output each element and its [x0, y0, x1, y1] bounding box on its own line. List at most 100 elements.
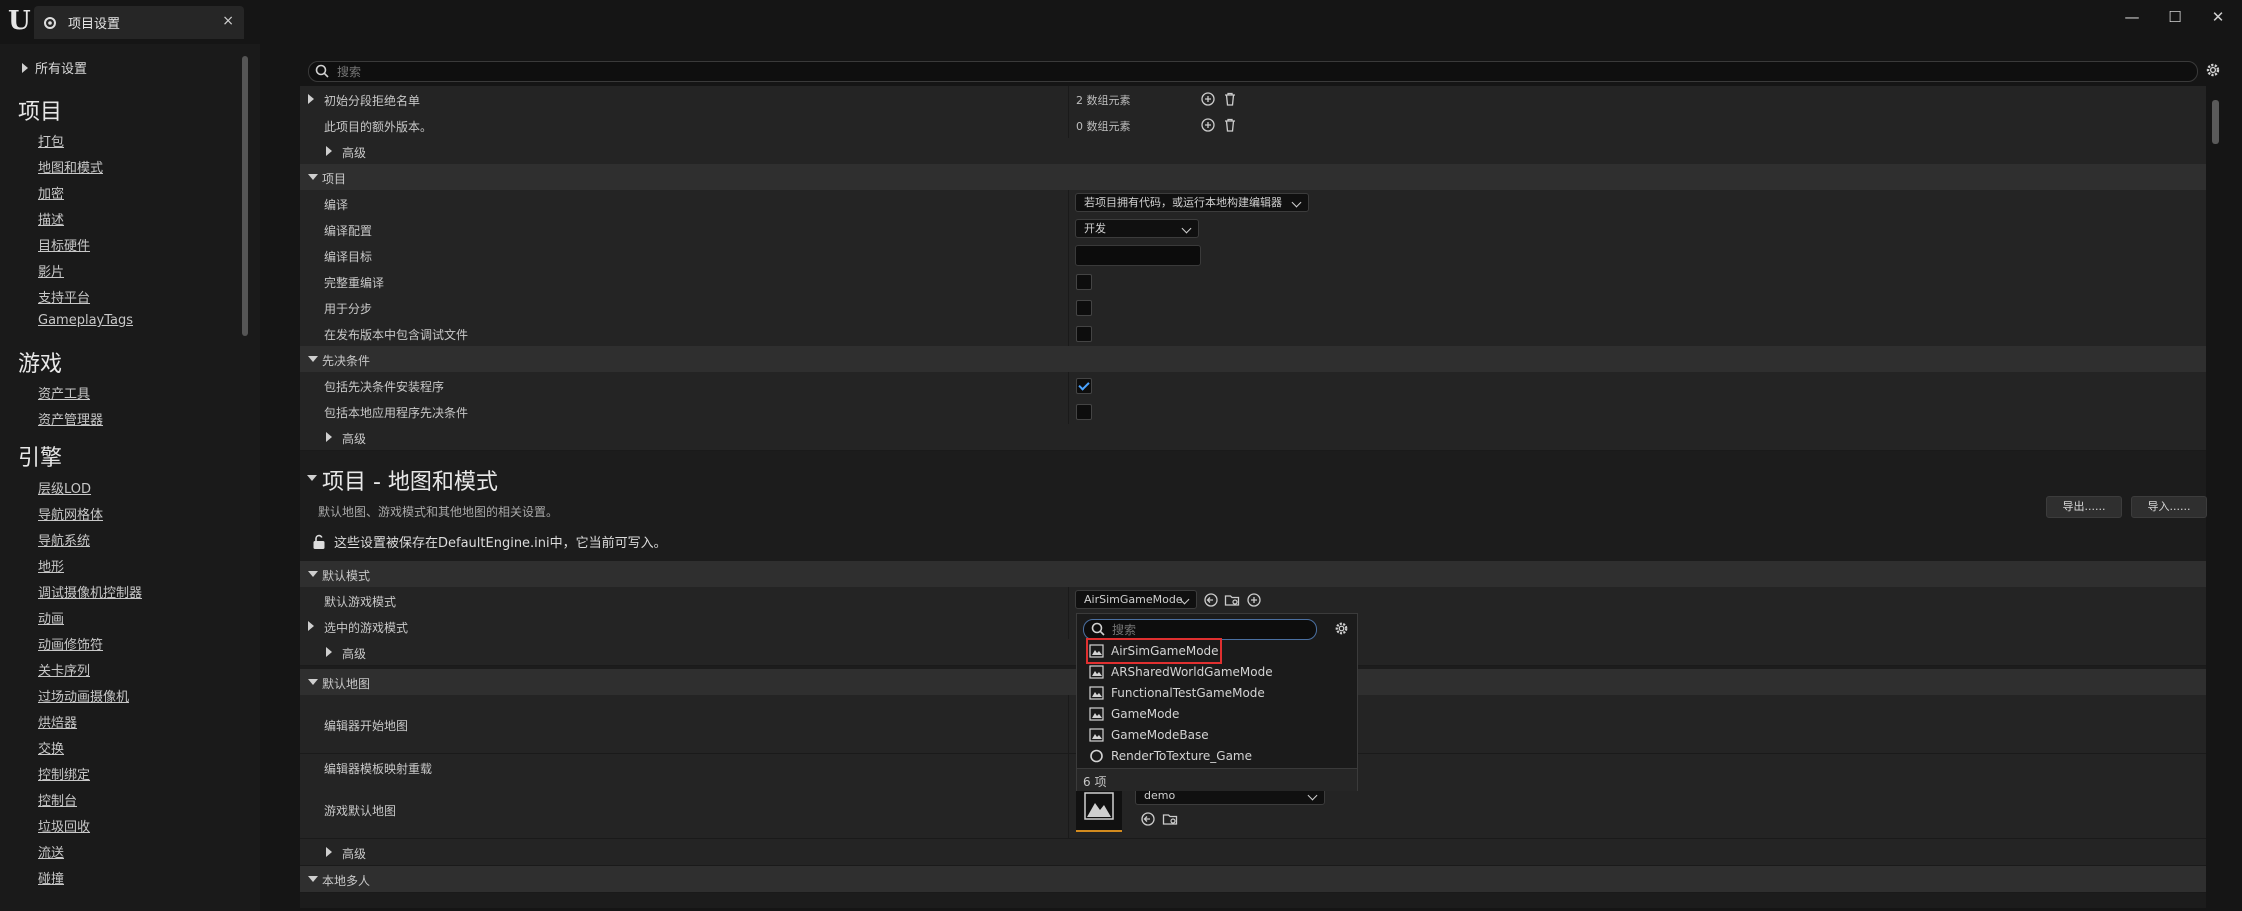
sidebar-item-packaging[interactable]: 打包 — [38, 131, 64, 150]
sidebar-item-interchange[interactable]: 交换 — [38, 738, 64, 757]
popup-item-label: AirSimGameMode — [1111, 644, 1219, 658]
row-for-distribution: 用于分步 — [300, 294, 2206, 321]
export-button[interactable]: 导出...... — [2046, 496, 2122, 518]
row-advanced[interactable]: 高级 — [300, 839, 2206, 866]
expand-triangle-icon — [22, 62, 28, 73]
close-window-button[interactable]: ✕ — [2208, 8, 2228, 28]
popup-item-gamemode[interactable]: GameMode — [1089, 704, 1179, 724]
chevron-down-icon — [1291, 197, 1302, 208]
add-element-icon[interactable] — [1200, 117, 1216, 133]
sidebar-item-description[interactable]: 描述 — [38, 209, 64, 228]
advanced-label: 高级 — [342, 847, 367, 861]
sidebar-item-maps-modes[interactable]: 地图和模式 — [38, 157, 103, 176]
details-scrollbar[interactable] — [2212, 100, 2219, 144]
browse-folder-icon[interactable] — [1224, 592, 1240, 608]
sidebar-item-anim-modifiers[interactable]: 动画修饰符 — [38, 634, 103, 653]
full-rebuild-checkbox[interactable] — [1076, 274, 1092, 290]
row-advanced[interactable]: 高级 — [300, 424, 2206, 451]
use-selected-icon[interactable] — [1203, 592, 1219, 608]
include-app-local-prereq-checkbox[interactable] — [1076, 404, 1092, 420]
all-settings-link[interactable]: 所有设置 — [22, 58, 87, 77]
row-label: 在发布版本中包含调试文件 — [324, 328, 469, 342]
array-count: 0 数组元素 — [1076, 120, 1131, 133]
sidebar-scrollbar[interactable] — [242, 56, 248, 336]
popup-item-rendertotexture-game[interactable]: RenderToTexture_Game — [1089, 746, 1252, 766]
row-include-app-local-prereq: 包括本地应用程序先决条件 — [300, 398, 2206, 425]
popup-item-label: RenderToTexture_Game — [1111, 749, 1253, 763]
section-prerequisites[interactable]: 先决条件 — [300, 346, 2206, 373]
sidebar-item-navmesh[interactable]: 导航网格体 — [38, 504, 103, 523]
collapse-triangle-icon — [308, 174, 318, 180]
build-dropdown[interactable]: 若项目拥有代码，或运行本地构建编辑器 — [1075, 193, 1309, 212]
sidebar-item-cine-camera[interactable]: 过场动画摄像机 — [38, 686, 129, 705]
gear-icon[interactable] — [2204, 61, 2222, 79]
for-distribution-checkbox[interactable] — [1076, 300, 1092, 316]
sidebar-item-nav-system[interactable]: 导航系统 — [38, 530, 90, 549]
row-build-target: 编译目标 — [300, 242, 2206, 269]
sidebar-item-hlod[interactable]: 层级LOD — [38, 478, 91, 497]
search-input[interactable] — [335, 63, 2179, 81]
sidebar-item-supported-platforms[interactable]: 支持平台 — [38, 287, 90, 306]
sidebar-item-target-hardware[interactable]: 目标硬件 — [38, 235, 90, 254]
sidebar-item-asset-manager[interactable]: 资产管理器 — [38, 409, 103, 428]
maximize-button[interactable]: ☐ — [2165, 8, 2185, 28]
expand-triangle-icon[interactable] — [308, 94, 314, 104]
sidebar-item-garbage-collection[interactable]: 垃圾回收 — [38, 816, 90, 835]
collapse-triangle-icon[interactable] — [307, 475, 317, 481]
section-local-multiplayer[interactable]: 本地多人 — [300, 866, 2206, 893]
popup-item-airsimgamemode[interactable]: AirSimGameMode — [1086, 638, 1222, 664]
default-game-mode-dropdown[interactable]: AirSimGameMode — [1075, 590, 1197, 609]
row-label: 完整重编译 — [324, 276, 385, 290]
include-debug-checkbox[interactable] — [1076, 326, 1092, 342]
expand-triangle-icon — [326, 432, 332, 442]
class-icon — [1089, 644, 1104, 658]
sidebar-item-control-rig[interactable]: 控制绑定 — [38, 764, 90, 783]
all-settings-label: 所有设置 — [35, 62, 88, 77]
popup-item-gamemodebase[interactable]: GameModeBase — [1089, 725, 1209, 745]
default-game-mode-value: AirSimGameMode — [1084, 593, 1183, 606]
sidebar-item-collision[interactable]: 碰撞 — [38, 868, 64, 887]
gear-icon[interactable] — [1333, 620, 1350, 637]
row-label: 编译配置 — [324, 224, 373, 238]
tab-project-settings[interactable]: 项目设置 × — [34, 6, 244, 39]
sidebar-item-asset-tools[interactable]: 资产工具 — [38, 383, 90, 402]
build-config-dropdown[interactable]: 开发 — [1075, 219, 1199, 238]
use-selected-icon[interactable] — [1140, 811, 1156, 827]
sidebar-item-cooker[interactable]: 烘焙器 — [38, 712, 77, 731]
popup-search-input[interactable] — [1110, 621, 1314, 639]
map-thumbnail[interactable] — [1076, 784, 1122, 832]
settings-sidebar: 所有设置 项目 打包 地图和模式 加密 描述 目标硬件 影片 支持平台 Game… — [0, 44, 260, 911]
section-default-modes[interactable]: 默认模式 — [300, 561, 2206, 588]
popup-item-arsharedworldgamemode[interactable]: ARSharedWorldGameMode — [1089, 662, 1273, 682]
sidebar-item-debug-camera[interactable]: 调试摄像机控制器 — [38, 582, 142, 601]
sidebar-item-gameplaytags[interactable]: GameplayTags — [38, 313, 133, 328]
blueprint-circle-icon — [1090, 749, 1103, 763]
row-label: 此项目的额外版本。 — [324, 120, 433, 134]
build-target-input[interactable] — [1075, 245, 1201, 266]
row-label: 编译 — [324, 198, 349, 212]
add-element-icon[interactable] — [1200, 91, 1216, 107]
delete-icon[interactable] — [1222, 117, 1238, 133]
sidebar-item-animation[interactable]: 动画 — [38, 608, 64, 627]
sidebar-item-console[interactable]: 控制台 — [38, 790, 77, 809]
row-build: 编译 若项目拥有代码，或运行本地构建编辑器 — [300, 190, 2206, 217]
minimize-button[interactable]: — — [2122, 8, 2142, 28]
popup-item-functionaltestgamemode[interactable]: FunctionalTestGameMode — [1089, 683, 1265, 703]
sidebar-item-landscape[interactable]: 地形 — [38, 556, 64, 575]
class-icon — [1089, 728, 1104, 742]
add-icon[interactable] — [1246, 592, 1262, 608]
row-advanced[interactable]: 高级 — [300, 138, 2206, 165]
browse-folder-icon[interactable] — [1162, 811, 1178, 827]
include-prereq-installer-checkbox[interactable] — [1076, 378, 1092, 394]
sidebar-item-movies[interactable]: 影片 — [38, 261, 64, 280]
sidebar-item-streaming[interactable]: 流送 — [38, 842, 64, 861]
sidebar-item-level-sequence[interactable]: 关卡序列 — [38, 660, 90, 679]
section-project[interactable]: 项目 — [300, 164, 2206, 191]
sidebar-item-encryption[interactable]: 加密 — [38, 183, 64, 202]
tab-close-icon[interactable]: × — [222, 13, 234, 29]
delete-icon[interactable] — [1222, 91, 1238, 107]
sidebar-group-game: 游戏 — [18, 352, 63, 377]
import-button[interactable]: 导入...... — [2131, 496, 2207, 518]
popup-item-label: FunctionalTestGameMode — [1111, 686, 1265, 700]
maps-modes-description: 默认地图、游戏模式和其他地图的相关设置。 — [318, 505, 559, 519]
